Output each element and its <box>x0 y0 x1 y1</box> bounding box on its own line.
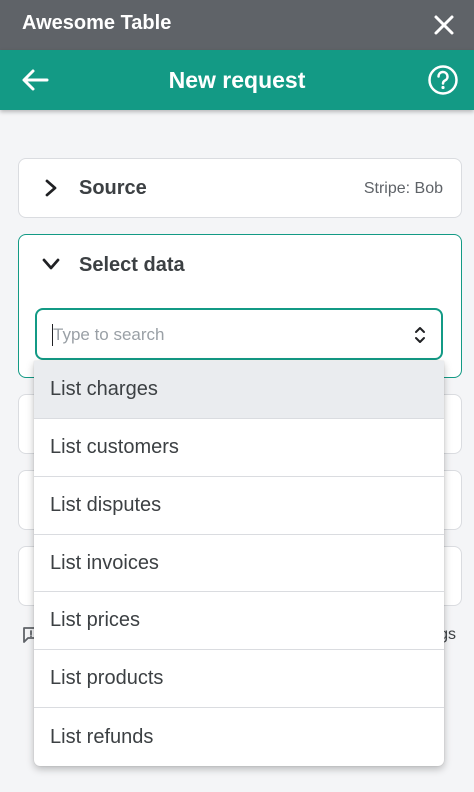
option-list-prices[interactable]: List prices <box>34 592 444 651</box>
option-list-customers[interactable]: List customers <box>34 419 444 477</box>
window-title: Awesome Table <box>22 12 172 34</box>
select-data-section[interactable]: Select data <box>18 234 462 378</box>
window-titlebar: Awesome Table <box>0 0 474 50</box>
select-arrows-icon <box>415 327 425 343</box>
source-label: Source <box>79 177 147 199</box>
select-data-label: Select data <box>79 254 185 276</box>
option-list-products[interactable]: List products <box>34 650 444 709</box>
close-icon[interactable] <box>428 9 460 41</box>
data-search-field[interactable] <box>35 308 443 360</box>
source-section[interactable]: Source Stripe: Bob <box>18 158 462 218</box>
data-options-dropdown: List charges List customers List dispute… <box>34 361 444 766</box>
help-icon[interactable] <box>426 63 460 97</box>
search-input[interactable] <box>53 322 393 348</box>
page-title: New request <box>168 67 306 93</box>
option-list-invoices[interactable]: List invoices <box>34 535 444 593</box>
chevron-right-icon <box>39 176 63 200</box>
option-list-disputes[interactable]: List disputes <box>34 477 444 535</box>
source-value: Stripe: Bob <box>363 180 443 197</box>
option-list-charges[interactable]: List charges <box>34 361 444 419</box>
chevron-down-icon <box>39 252 63 276</box>
option-list-refunds[interactable]: List refunds <box>34 708 444 766</box>
app-header: New request <box>0 50 474 110</box>
